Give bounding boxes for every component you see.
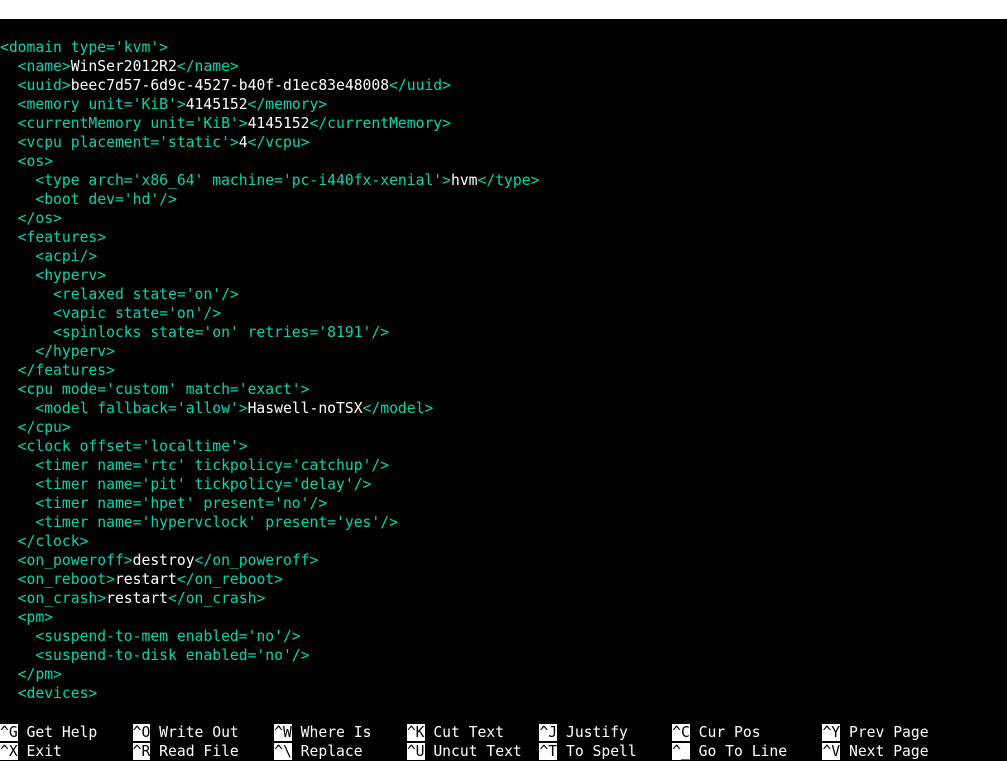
code-line: <name>WinSer2012R2</name> — [0, 57, 1007, 76]
code-line: <suspend-to-mem enabled='no'/> — [0, 627, 1007, 646]
code-line: <vapic state='on'/> — [0, 304, 1007, 323]
code-line: <acpi/> — [0, 247, 1007, 266]
shortcut-label: To Spell — [557, 743, 637, 760]
code-line: <timer name='hpet' present='no'/> — [0, 494, 1007, 513]
code-line: <relaxed state='on'/> — [0, 285, 1007, 304]
code-line: </clock> — [0, 532, 1007, 551]
shortcut-label: Prev Page — [840, 724, 928, 741]
code-line: <domain type='kvm'> — [0, 38, 1007, 57]
shortcut-label: Uncut Text — [425, 743, 522, 760]
shortcut-key[interactable]: ^K — [407, 724, 425, 741]
shortcut-label: Read File — [150, 743, 238, 760]
shortcut-bar: ^G Get Help ^O Write Out ^W Where Is ^K … — [0, 723, 1007, 761]
shortcut-label: Exit — [18, 743, 62, 760]
code-line: <boot dev='hd'/> — [0, 190, 1007, 209]
code-line: <model fallback='allow'>Haswell-noTSX</m… — [0, 399, 1007, 418]
code-line: </pm> — [0, 665, 1007, 684]
shortcut-label: Where Is — [292, 724, 372, 741]
shortcut-key[interactable]: ^T — [539, 743, 557, 760]
code-line: <spinlocks state='on' retries='8191'/> — [0, 323, 1007, 342]
code-line: </os> — [0, 209, 1007, 228]
code-line: <on_crash>restart</on_crash> — [0, 589, 1007, 608]
shortcut-key[interactable]: ^G — [0, 724, 18, 741]
shortcut-key[interactable]: ^\ — [274, 743, 292, 760]
shortcut-label: Justify — [557, 724, 628, 741]
shortcut-key[interactable]: ^X — [0, 743, 18, 760]
shortcut-label: Replace — [292, 743, 363, 760]
shortcut-key[interactable]: ^V — [822, 743, 840, 760]
shortcut-label: Cut Text — [425, 724, 505, 741]
shortcut-key[interactable]: ^J — [539, 724, 557, 741]
code-line: <memory unit='KiB'>4145152</memory> — [0, 95, 1007, 114]
code-line: <type arch='x86_64' machine='pc-i440fx-x… — [0, 171, 1007, 190]
code-line: </hyperv> — [0, 342, 1007, 361]
app-name: GNU nano 2.5.3 — [18, 20, 159, 37]
code-line: <on_poweroff>destroy</on_poweroff> — [0, 551, 1007, 570]
shortcut-key[interactable]: ^Y — [822, 724, 840, 741]
shortcut-key[interactable]: ^O — [133, 724, 151, 741]
code-line: </features> — [0, 361, 1007, 380]
code-line: <vcpu placement='static'>4</vcpu> — [0, 133, 1007, 152]
code-line: <features> — [0, 228, 1007, 247]
code-line: <devices> — [0, 684, 1007, 703]
shortcut-label: Write Out — [150, 724, 238, 741]
shortcut-label: Next Page — [840, 743, 928, 760]
code-line: <os> — [0, 152, 1007, 171]
code-line: <uuid>beec7d57-6d9c-4527-b40f-d1ec83e480… — [0, 76, 1007, 95]
code-line: <cpu mode='custom' match='exact'> — [0, 380, 1007, 399]
code-line: <clock offset='localtime'> — [0, 437, 1007, 456]
shortcut-key[interactable]: ^U — [407, 743, 425, 760]
code-line: <timer name='rtc' tickpolicy='catchup'/> — [0, 456, 1007, 475]
code-line: <currentMemory unit='KiB'>4145152</curre… — [0, 114, 1007, 133]
code-line: <suspend-to-disk enabled='no'/> — [0, 646, 1007, 665]
shortcut-row: ^G Get Help ^O Write Out ^W Where Is ^K … — [0, 723, 1007, 742]
code-line: <timer name='pit' tickpolicy='delay'/> — [0, 475, 1007, 494]
code-line: <on_reboot>restart</on_reboot> — [0, 570, 1007, 589]
shortcut-key[interactable]: ^_ — [672, 743, 690, 760]
nano-header: GNU nano 2.5.3 File: /tmp/virsh7hFfdq.xm… — [0, 0, 1007, 19]
shortcut-label: Go To Line — [690, 743, 787, 760]
file-label: File: /tmp/virsh7hFfdq.xml — [336, 20, 566, 37]
shortcut-label: Get Help — [18, 724, 98, 741]
code-line: <timer name='hypervclock' present='yes'/… — [0, 513, 1007, 532]
code-line: <pm> — [0, 608, 1007, 627]
code-line: <hyperv> — [0, 266, 1007, 285]
shortcut-row: ^X Exit ^R Read File ^\ Replace ^U Uncut… — [0, 742, 1007, 761]
shortcut-key[interactable]: ^C — [672, 724, 690, 741]
code-line: </cpu> — [0, 418, 1007, 437]
shortcut-label: Cur Pos — [690, 724, 761, 741]
editor-content[interactable]: <domain type='kvm'> <name>WinSer2012R2</… — [0, 19, 1007, 703]
shortcut-key[interactable]: ^W — [274, 724, 292, 741]
shortcut-key[interactable]: ^R — [133, 743, 151, 760]
